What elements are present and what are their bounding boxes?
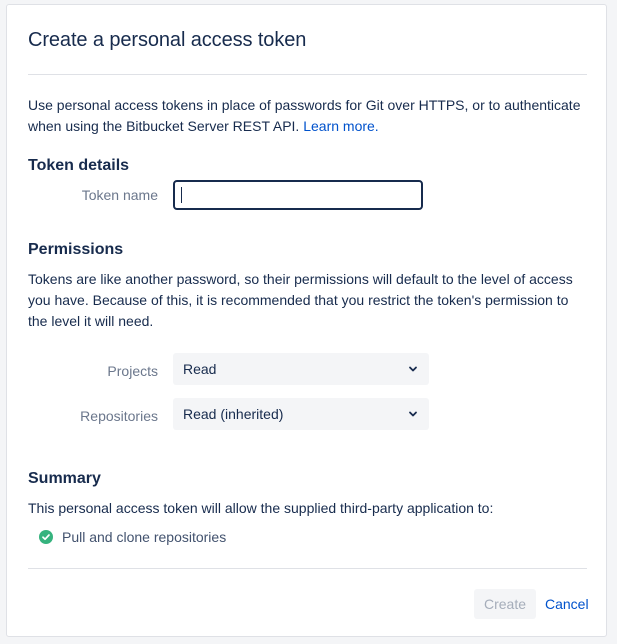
permissions-description: Tokens are like another password, so the… <box>28 271 573 329</box>
summary-list-item: Pull and clone repositories <box>39 529 226 545</box>
repositories-label: Repositories <box>80 408 158 424</box>
chevron-down-icon <box>409 411 417 417</box>
summary-heading: Summary <box>28 470 101 487</box>
text-cursor <box>181 187 182 203</box>
create-button[interactable]: Create <box>474 589 536 619</box>
intro-text: Use personal access tokens in place of p… <box>28 95 588 137</box>
repositories-permission-select[interactable]: Read (inherited) <box>173 398 429 430</box>
summary-item-label: Pull and clone repositories <box>62 529 227 545</box>
footer-divider <box>28 568 587 569</box>
header-divider <box>28 74 587 75</box>
cancel-link[interactable]: Cancel <box>545 596 589 612</box>
token-details-heading: Token details <box>28 157 130 174</box>
page-title: Create a personal access token <box>28 29 307 51</box>
projects-permission-select[interactable]: Read <box>173 353 429 385</box>
token-name-label: Token name <box>81 187 158 203</box>
learn-more-link[interactable]: Learn more. <box>303 118 378 134</box>
check-circle-icon <box>39 530 53 544</box>
summary-text: This personal access token will allow th… <box>28 500 494 516</box>
create-token-dialog: Create a personal access token Use perso… <box>6 4 607 637</box>
token-name-input[interactable] <box>173 180 423 210</box>
repositories-permission-value: Read (inherited) <box>183 406 284 422</box>
permissions-heading: Permissions <box>28 241 124 258</box>
chevron-down-icon <box>409 366 417 372</box>
projects-label: Projects <box>107 363 158 379</box>
projects-permission-value: Read <box>183 361 217 377</box>
